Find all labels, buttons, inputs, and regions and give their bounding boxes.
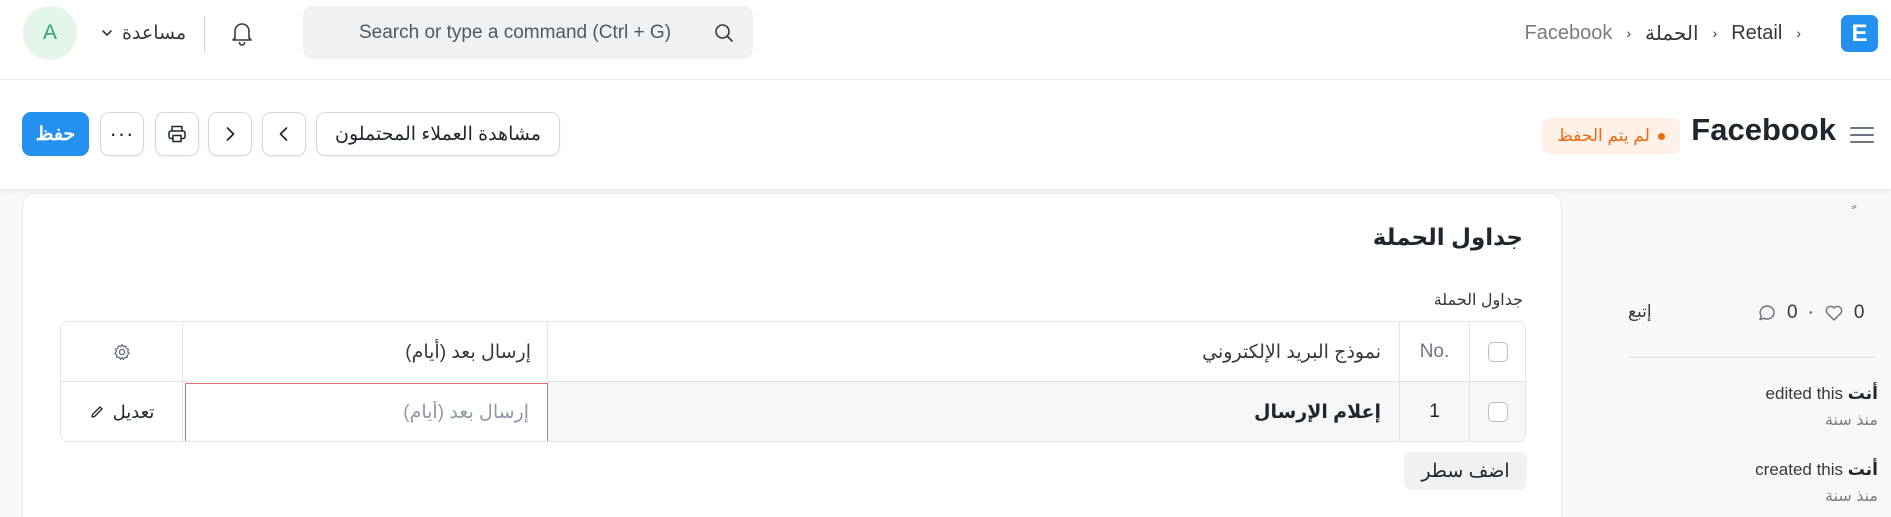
- help-label: مساعدة: [122, 22, 187, 44]
- form-card: جداول الحملة جداول الحملة إرسال بعد (أيا…: [22, 193, 1562, 517]
- sidebar-divider: [1628, 357, 1876, 358]
- comment-count: 0: [1787, 302, 1798, 323]
- activity-item: created this أنت منذ سنة: [1628, 460, 1878, 506]
- gear-icon[interactable]: [112, 342, 132, 362]
- row-checkbox[interactable]: [1487, 402, 1508, 422]
- activity-action: edited this: [1765, 384, 1844, 403]
- breadcrumb-separator-icon: ›: [1796, 25, 1801, 41]
- email-template-cell[interactable]: إعلام الإرسال: [548, 382, 1400, 441]
- dot-separator: ·: [1807, 302, 1814, 323]
- section-title: جداول الحملة: [1372, 224, 1523, 250]
- search-bar: [303, 6, 753, 59]
- status-dot-icon: [1657, 132, 1665, 140]
- like-count: 0: [1853, 302, 1865, 323]
- search-icon: [715, 24, 733, 42]
- activity-actor: أنت: [1847, 460, 1878, 479]
- activity-time: منذ سنة: [1824, 412, 1878, 429]
- search-input[interactable]: [303, 6, 753, 59]
- breadcrumb-retail[interactable]: Retail: [1731, 22, 1782, 45]
- sidebar-toggle-button[interactable]: [1850, 125, 1874, 145]
- campaign-schedules-table: إرسال بعد (أيام) نموذج البريد الإلكتروني…: [60, 321, 1526, 442]
- table-row: تعديل إعلام الإرسال 1: [61, 382, 1525, 441]
- column-header-no: No.: [1400, 322, 1470, 382]
- activity-action: created this: [1755, 460, 1844, 479]
- hamburger-line-icon: [1850, 127, 1874, 129]
- next-document-button[interactable]: [208, 112, 252, 156]
- view-leads-button[interactable]: مشاهدة العملاء المحتملون: [316, 112, 560, 156]
- help-dropdown[interactable]: مساعدة: [100, 18, 186, 48]
- heart-icon[interactable]: [1824, 303, 1844, 323]
- navbar-divider: [204, 16, 205, 52]
- notifications-bell[interactable]: [227, 18, 257, 48]
- chevron-down-icon: [102, 30, 112, 36]
- breadcrumb-separator-icon: ›: [1712, 25, 1718, 41]
- pencil-icon: [90, 406, 103, 418]
- row-number: 1: [1400, 382, 1470, 441]
- chevron-right-icon: [226, 127, 235, 141]
- edit-row-button[interactable]: تعديل: [61, 382, 183, 441]
- breadcrumb-separator-icon: ›: [1626, 25, 1632, 41]
- bell-icon: [232, 23, 252, 46]
- send-after-input[interactable]: [185, 383, 548, 441]
- activity-actor: أنت: [1847, 384, 1878, 403]
- activity-time: منذ سنة: [1824, 488, 1878, 505]
- comment-icon[interactable]: [1757, 303, 1777, 323]
- activity-item: edited this أنت منذ سنة: [1628, 384, 1878, 430]
- breadcrumb: Facebook › الحملة › Retail ›: [1525, 18, 1801, 48]
- like-comment-counts: 0 · 0: [1757, 300, 1864, 326]
- breadcrumb-facebook[interactable]: Facebook: [1525, 22, 1613, 45]
- add-row-button[interactable]: اضف سطر: [1404, 452, 1527, 490]
- follow-link[interactable]: إتبع: [1628, 302, 1652, 322]
- column-settings-cell: [61, 322, 183, 382]
- row-select-cell: [1470, 382, 1525, 441]
- printer-icon: [168, 125, 186, 143]
- navbar: A مساعدة Facebook › الحملة › Retail › E: [0, 0, 1891, 80]
- user-avatar[interactable]: A: [23, 6, 77, 60]
- chevron-left-icon: [279, 127, 288, 141]
- column-header-send-after: إرسال بعد (أيام): [183, 322, 548, 382]
- hamburger-line-icon: [1850, 141, 1874, 143]
- column-header-email-template: نموذج البريد الإلكتروني: [548, 322, 1400, 382]
- print-button[interactable]: [155, 112, 199, 156]
- previous-document-button[interactable]: [262, 112, 306, 156]
- select-all-cell: [1470, 322, 1525, 382]
- edit-label: تعديل: [112, 401, 155, 422]
- hamburger-line-icon: [1850, 134, 1874, 136]
- more-actions-button[interactable]: ···: [100, 112, 144, 156]
- app-logo[interactable]: E: [1841, 15, 1878, 52]
- save-button[interactable]: حفظ: [22, 112, 89, 156]
- status-badge: لم يتم الحفظ: [1542, 118, 1680, 154]
- status-label: لم يتم الحفظ: [1557, 126, 1650, 145]
- page-head: حفظ ··· مشاهدة العملاء المحتملون لم يتم …: [0, 80, 1891, 190]
- table-field-label: جداول الحملة: [1433, 292, 1523, 309]
- page-title: Facebook: [1691, 112, 1836, 147]
- select-all-checkbox[interactable]: [1487, 342, 1508, 362]
- breadcrumb-campaign[interactable]: الحملة: [1645, 21, 1698, 46]
- table-header-row: إرسال بعد (أيام) نموذج البريد الإلكتروني…: [61, 322, 1525, 382]
